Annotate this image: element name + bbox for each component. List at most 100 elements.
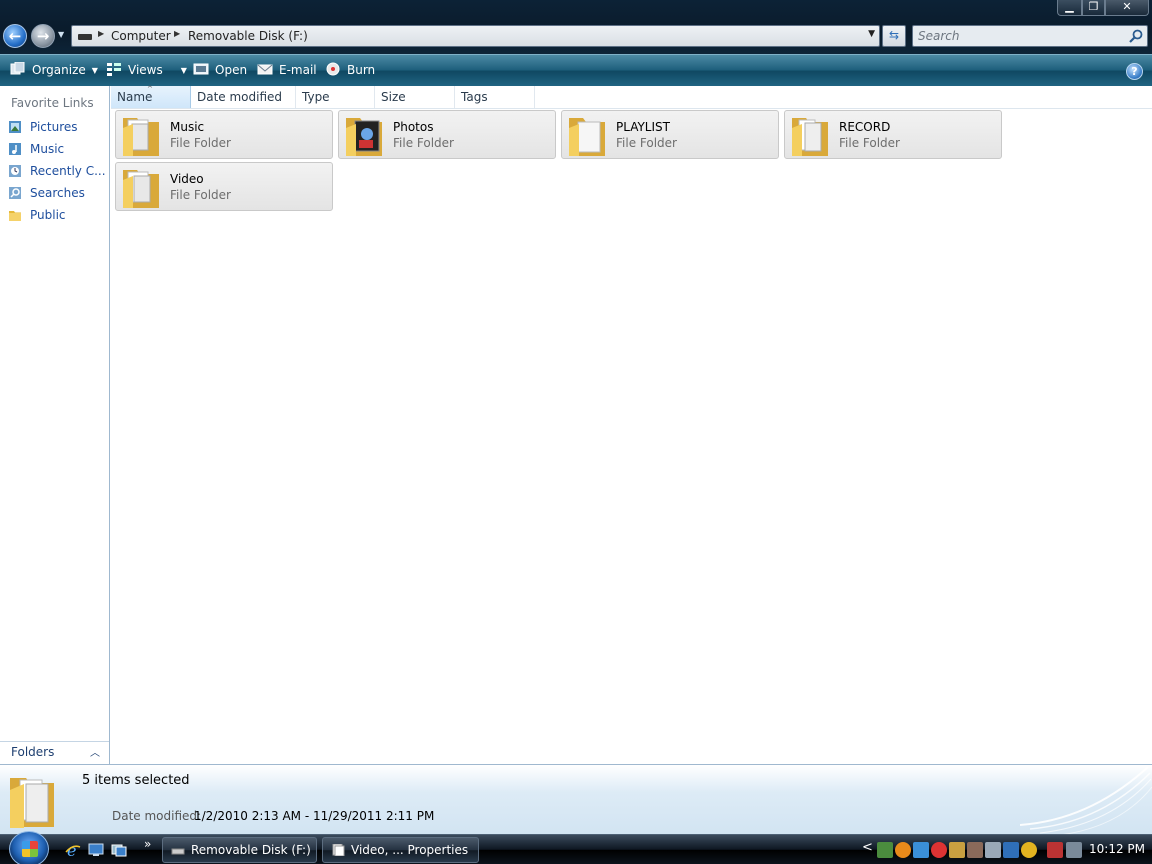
folder-tile[interactable]: PLAYLIST File Folder	[561, 110, 779, 159]
breadcrumb-separator[interactable]: ▶	[174, 29, 180, 38]
forward-arrow-icon: →	[36, 27, 50, 45]
burn-button[interactable]: Burn	[325, 62, 375, 80]
refresh-button[interactable]: ⇆	[882, 25, 906, 47]
folder-type: File Folder	[170, 188, 231, 202]
folder-type: File Folder	[170, 136, 231, 150]
column-header: ^ Name Date modified Type Size Tags	[111, 85, 1152, 109]
taskbar: e » Removable Disk (F:) Video, ... Prope…	[0, 831, 1152, 864]
tray-app-icon[interactable]	[1003, 842, 1019, 858]
decorative-swoosh	[1020, 766, 1152, 834]
column-date-modified[interactable]: Date modified	[191, 86, 296, 108]
task-label: Video, ... Properties	[351, 843, 469, 857]
email-button[interactable]: E-mail	[257, 62, 317, 80]
folder-tile[interactable]: Photos File Folder	[338, 110, 556, 159]
tray-display-icon[interactable]	[985, 842, 1001, 858]
folders-label: Folders	[11, 745, 55, 759]
clock[interactable]: 10:12 PM	[1089, 842, 1145, 856]
favorite-link-music[interactable]: Music	[8, 140, 108, 158]
breadcrumb-computer[interactable]: Computer	[111, 29, 171, 43]
tray-usb-icon[interactable]	[1047, 842, 1063, 858]
organize-button[interactable]: Organize ▼	[10, 62, 98, 80]
folder-name: Video	[170, 172, 204, 186]
column-size[interactable]: Size	[375, 86, 455, 108]
tray-app-icon[interactable]	[967, 842, 983, 858]
folder-type: File Folder	[393, 136, 454, 150]
forward-button[interactable]: →	[31, 24, 55, 48]
show-hidden-icons-chevron[interactable]: <	[862, 840, 873, 855]
open-icon	[193, 63, 209, 75]
views-icon	[107, 63, 121, 76]
quick-launch-more[interactable]: »	[144, 837, 151, 851]
burn-label: Burn	[347, 63, 376, 77]
favorite-link-label: Recently C...	[30, 164, 106, 178]
recent-icon	[9, 165, 21, 177]
start-button[interactable]	[9, 831, 49, 864]
chevron-up-icon[interactable]: ︿	[90, 744, 100, 759]
back-button[interactable]: ←	[3, 24, 27, 48]
taskbar-button-properties[interactable]: Video, ... Properties	[322, 837, 479, 863]
folder-tile[interactable]: Video File Folder	[115, 162, 333, 211]
help-button[interactable]: ?	[1126, 63, 1143, 80]
chevron-down-icon: ▼	[180, 66, 187, 75]
favorite-link-pictures[interactable]: Pictures	[8, 118, 108, 136]
navigation-pane: Favorite Links Pictures Music Recently C…	[0, 86, 110, 764]
favorite-link-searches[interactable]: Searches	[8, 184, 108, 202]
properties-icon	[332, 844, 345, 856]
drive-icon	[78, 34, 92, 40]
folder-name: Photos	[393, 120, 434, 134]
command-bar: Organize ▼ Views ▼ Open E-mail Burn ?	[0, 54, 1152, 86]
favorite-link-recently-changed[interactable]: Recently C...	[8, 162, 108, 180]
folder-icon	[123, 170, 159, 208]
music-icon	[9, 143, 21, 155]
breadcrumb-removable-disk[interactable]: Removable Disk (F:)	[188, 29, 308, 43]
folder-tile[interactable]: Music File Folder	[115, 110, 333, 159]
show-desktop-icon[interactable]	[87, 841, 105, 859]
favorite-links-title: Favorite Links	[11, 96, 94, 110]
searches-icon	[9, 187, 21, 199]
tray-app-icon[interactable]	[949, 842, 965, 858]
column-tags[interactable]: Tags	[455, 86, 535, 108]
internet-explorer-icon[interactable]: e	[64, 841, 82, 859]
open-label: Open	[215, 63, 248, 77]
search-box[interactable]	[912, 25, 1148, 47]
email-label: E-mail	[279, 63, 317, 77]
maximize-button[interactable]: ❐	[1082, 0, 1105, 16]
column-name[interactable]: ^ Name	[111, 85, 191, 108]
burn-disc-icon	[326, 62, 340, 76]
favorite-link-public[interactable]: Public	[8, 206, 108, 224]
drive-icon	[171, 848, 185, 855]
folders-bar[interactable]: Folders ︿	[0, 741, 109, 764]
folder-icon	[569, 118, 605, 156]
minimize-button[interactable]: ▁	[1057, 0, 1082, 16]
details-pane: 5 items selected Date modified: 1/2/2010…	[0, 764, 1152, 834]
date-modified-value: 1/2/2010 2:13 AM - 11/29/2011 2:11 PM	[194, 809, 435, 823]
close-button[interactable]: ✕	[1105, 0, 1149, 16]
breadcrumb-separator[interactable]: ▶	[98, 29, 104, 38]
tray-volume-icon[interactable]	[1066, 842, 1082, 858]
search-input[interactable]	[913, 26, 1123, 46]
tray-app-icon[interactable]	[895, 842, 911, 858]
photos-folder-icon	[346, 118, 382, 156]
selection-count: 5 items selected	[82, 773, 190, 788]
tray-app-icon[interactable]	[1021, 842, 1037, 858]
address-dropdown-icon[interactable]: ▼	[868, 29, 875, 39]
tray-security-icon[interactable]	[931, 842, 947, 858]
column-type[interactable]: Type	[296, 86, 375, 108]
taskbar-button-explorer[interactable]: Removable Disk (F:)	[162, 837, 317, 863]
tray-app-icon[interactable]	[913, 842, 929, 858]
folder-icon	[123, 118, 159, 156]
open-button[interactable]: Open	[193, 62, 247, 80]
title-bar: ▁ ❐ ✕ ← → ▼ ▶ Computer ▶ Removable Disk …	[0, 0, 1152, 54]
folder-tile[interactable]: RECORD File Folder	[784, 110, 1002, 159]
recent-pages-dropdown[interactable]: ▼	[58, 30, 64, 39]
folder-name: RECORD	[839, 120, 891, 134]
windows-logo-icon	[22, 841, 38, 857]
refresh-icon: ⇆	[888, 28, 900, 42]
tray-network-icon[interactable]	[877, 842, 893, 858]
switch-windows-icon[interactable]	[110, 841, 128, 859]
search-icon[interactable]	[1128, 28, 1144, 44]
address-bar[interactable]: ▶ Computer ▶ Removable Disk (F:) ▼	[71, 25, 880, 47]
favorite-link-label: Pictures	[30, 120, 78, 134]
help-icon: ?	[1131, 65, 1138, 78]
favorite-link-label: Searches	[30, 186, 85, 200]
